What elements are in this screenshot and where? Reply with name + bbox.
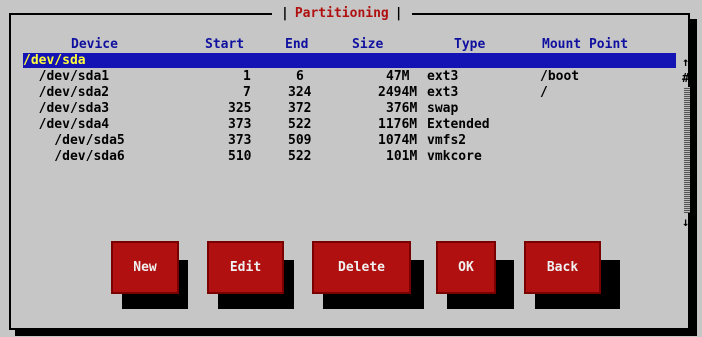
partition-row[interactable]: /dev/sda4 373 522 1176M Extended	[23, 117, 676, 132]
partition-start: 7	[243, 85, 251, 100]
delete-button[interactable]: Delete	[312, 241, 411, 294]
partition-type: ext3	[427, 85, 459, 100]
column-header-start: Start	[205, 37, 245, 52]
scroll-thumb-icon[interactable]: #	[682, 71, 689, 85]
table-header: Device Start End Size Type Mount Point	[23, 37, 687, 53]
partition-size: 376M	[386, 101, 418, 116]
delete-button-label: Delete	[338, 260, 385, 275]
partition-row[interactable]: /dev/sda	[23, 53, 676, 68]
partition-device: /dev/sda1	[23, 69, 110, 84]
column-header-end: End	[285, 37, 309, 52]
partition-size: 2494M	[378, 85, 418, 100]
partition-device: /dev/sda5	[23, 133, 125, 148]
partition-end: 522	[288, 149, 312, 164]
title-separator: |	[394, 5, 403, 21]
partition-mount: /boot	[540, 69, 580, 84]
new-button-label: New	[133, 260, 157, 275]
scroll-down-arrow-icon[interactable]: ↓	[682, 215, 689, 229]
dialog-title-text: Partitioning	[294, 5, 389, 21]
edit-button-label: Edit	[229, 260, 262, 275]
partition-row[interactable]: /dev/sda5 373 509 1074M vmfs2	[23, 133, 676, 148]
partition-type: swap	[427, 101, 459, 116]
partition-size: 1176M	[378, 117, 418, 132]
edit-button[interactable]: Edit	[207, 241, 284, 294]
column-header-type: Type	[454, 37, 486, 52]
partition-size: 47M	[386, 69, 410, 84]
partition-row[interactable]: /dev/sda6 510 522 101M vmkcore	[23, 149, 676, 164]
new-button[interactable]: New	[111, 241, 179, 294]
partition-type: Extended	[427, 117, 490, 132]
partition-row[interactable]: /dev/sda2 7 324 2494M ext3 /	[23, 85, 676, 100]
partition-type: ext3	[427, 69, 459, 84]
dialog-shadow	[15, 330, 697, 336]
scroll-up-arrow-icon[interactable]: ↑	[682, 55, 689, 69]
partition-type: vmkcore	[427, 149, 482, 164]
partition-mount: /	[540, 85, 548, 100]
column-header-device: Device	[71, 37, 118, 52]
ok-button[interactable]: OK	[436, 241, 496, 294]
partition-type: vmfs2	[427, 133, 467, 148]
partition-end: 509	[288, 133, 312, 148]
partition-start: 510	[228, 149, 252, 164]
partition-device: /dev/sda4	[23, 117, 110, 132]
column-header-mount-point: Mount Point	[542, 37, 629, 52]
dialog-title: | Partitioning |	[272, 4, 412, 22]
partition-end: 6	[296, 69, 304, 84]
back-button-label: Back	[546, 260, 579, 275]
partition-device: /dev/sda2	[23, 85, 110, 100]
partition-device: /dev/sda3	[23, 101, 110, 116]
partition-device: /dev/sda6	[23, 149, 125, 164]
column-header-size: Size	[352, 37, 384, 52]
back-button[interactable]: Back	[524, 241, 601, 294]
partition-start: 1	[243, 69, 251, 84]
title-separator: |	[281, 5, 289, 21]
list-scrollbar[interactable]: ↑ # ↓	[679, 55, 693, 233]
partition-end: 324	[288, 85, 312, 100]
ok-button-label: OK	[458, 260, 474, 275]
partition-end: 522	[288, 117, 312, 132]
partition-end: 372	[288, 101, 312, 116]
partition-start: 373	[228, 133, 252, 148]
partition-size: 1074M	[378, 133, 418, 148]
partition-row[interactable]: /dev/sda1 1 6 47M ext3 /boot	[23, 69, 676, 84]
partition-size: 101M	[386, 149, 418, 164]
partition-row[interactable]: /dev/sda3 325 372 376M swap	[23, 101, 676, 116]
scroll-track[interactable]	[684, 87, 690, 213]
partitioning-dialog: | Partitioning | Device Start End Size T…	[9, 4, 697, 336]
partition-start: 325	[228, 101, 252, 116]
partition-start: 373	[228, 117, 252, 132]
partition-device: /dev/sda	[23, 53, 86, 68]
partition-list[interactable]: /dev/sda /dev/sda1 1 6 47M ext3 /boot /d…	[23, 53, 678, 229]
